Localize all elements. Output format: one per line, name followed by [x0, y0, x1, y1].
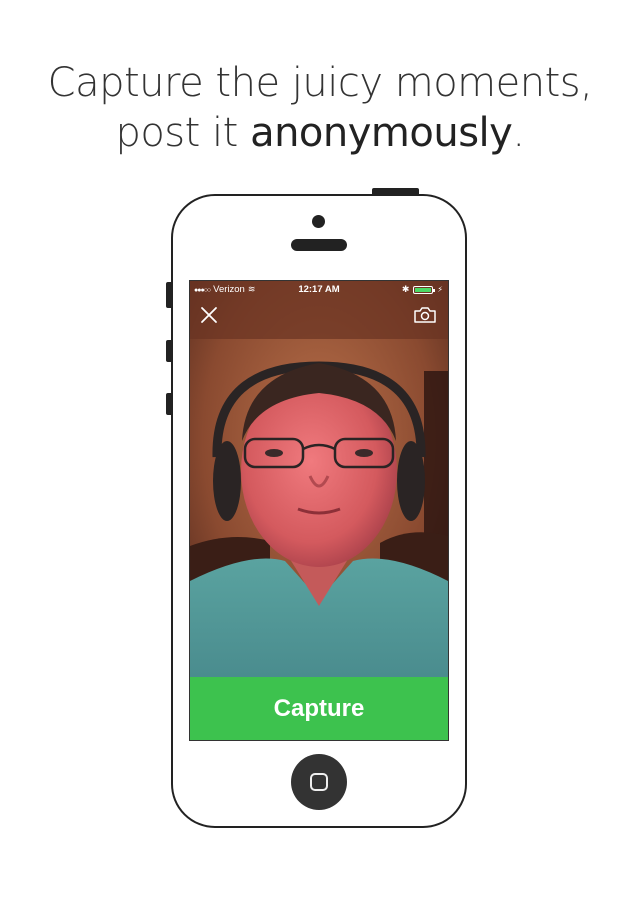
home-square-icon [310, 773, 328, 791]
front-camera [312, 215, 325, 228]
camera-preview: ●●●○○ Verizon ≋ 12:17 AM ✱ ⚡ [190, 281, 448, 677]
battery-level [415, 287, 432, 292]
status-right-group: ✱ ⚡ [401, 284, 443, 295]
phone-screen: ●●●○○ Verizon ≋ 12:17 AM ✱ ⚡ Capture [189, 280, 449, 741]
home-button[interactable] [291, 754, 347, 810]
headline-line-2: post it anonymously. [0, 108, 640, 158]
headline-emphasis: anonymously [250, 110, 513, 156]
battery-tip [433, 288, 436, 292]
capture-button[interactable]: Capture [190, 677, 448, 740]
earpiece-speaker [291, 239, 347, 251]
battery-icon [413, 285, 436, 294]
charging-icon: ⚡ [437, 285, 443, 294]
status-bar: ●●●○○ Verizon ≋ 12:17 AM ✱ ⚡ [190, 281, 448, 298]
headline-line-2-prefix: post it [115, 110, 251, 156]
camera-switch-icon [414, 307, 436, 323]
switch-camera-button[interactable] [414, 307, 436, 323]
camera-preview-image [190, 281, 448, 677]
headline-line-1: Capture the juicy moments, [47, 60, 593, 106]
close-icon [201, 307, 217, 323]
headline-line-2-suffix: . [512, 110, 525, 156]
close-button[interactable] [200, 306, 218, 324]
bluetooth-icon: ✱ [401, 284, 410, 294]
headline: Capture the juicy moments, post it anony… [0, 58, 640, 158]
